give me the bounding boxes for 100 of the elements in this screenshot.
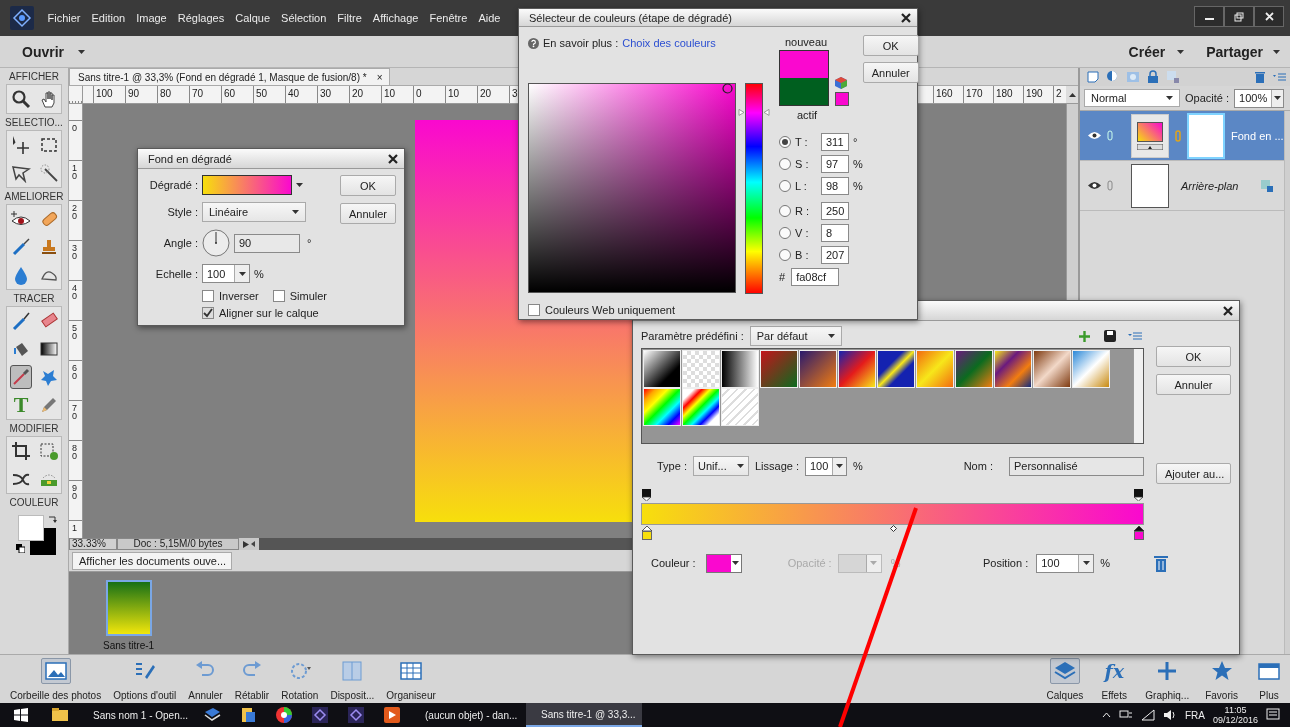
ok-button[interactable]: OK bbox=[1156, 346, 1231, 367]
help-link[interactable]: Choix des couleurs bbox=[622, 37, 716, 49]
hue-slider[interactable] bbox=[737, 83, 771, 295]
menu-item[interactable]: Image bbox=[130, 12, 173, 24]
radio-button[interactable] bbox=[779, 158, 791, 170]
color-field[interactable] bbox=[528, 83, 736, 293]
taskbar-button[interactable]: Sans titre-1 @ 33,3... bbox=[526, 703, 642, 727]
menu-item[interactable]: Calque bbox=[229, 12, 276, 24]
swap-arrows-icon[interactable] bbox=[48, 514, 58, 524]
wifi-icon[interactable] bbox=[1140, 709, 1155, 721]
chevron-up-icon[interactable] bbox=[1101, 712, 1111, 718]
scrollbar[interactable] bbox=[1283, 111, 1290, 655]
bottom-bar-button[interactable]: fx Effets bbox=[1097, 655, 1132, 704]
radio-button[interactable] bbox=[779, 249, 791, 261]
scrollbar[interactable] bbox=[1066, 104, 1078, 300]
documents-dropdown[interactable]: Afficher les documents ouve... bbox=[72, 551, 232, 570]
color-marker-icon[interactable] bbox=[722, 83, 733, 94]
smoothness-field[interactable]: 100 bbox=[805, 456, 847, 476]
eye-icon[interactable] bbox=[1088, 181, 1101, 190]
help-icon[interactable] bbox=[528, 37, 539, 49]
color-stop[interactable] bbox=[1134, 526, 1144, 540]
opacity-stop-icon[interactable] bbox=[642, 489, 651, 501]
adjustment-icon[interactable] bbox=[1106, 70, 1120, 84]
channel-field[interactable]: 311 bbox=[821, 133, 849, 151]
bottom-bar-button[interactable]: Options d'outil bbox=[111, 655, 179, 704]
preset-dropdown[interactable]: Par défaut bbox=[749, 326, 842, 346]
channel-field[interactable]: 8 bbox=[821, 224, 849, 242]
restore-button[interactable] bbox=[1224, 6, 1254, 27]
document-tab[interactable]: Sans titre-1 @ 33,3% (Fond en dégradé 1, Masque de fusion/8) * × bbox=[69, 68, 390, 85]
channel-field[interactable]: 97 bbox=[821, 155, 849, 173]
crop-icon[interactable] bbox=[10, 439, 32, 463]
scale-field[interactable]: 100 bbox=[202, 264, 250, 283]
style-dropdown[interactable]: Linéaire bbox=[202, 202, 306, 222]
network-icon[interactable] bbox=[1118, 709, 1133, 721]
notification-icon[interactable] bbox=[1266, 708, 1280, 722]
checkbox[interactable]: Aligner sur le calque bbox=[202, 307, 319, 319]
magnifier-icon[interactable] bbox=[10, 87, 32, 111]
ok-button[interactable]: OK bbox=[862, 35, 919, 56]
windows-logo-icon[interactable] bbox=[14, 708, 28, 722]
scrollbar[interactable] bbox=[1133, 349, 1143, 443]
type-dropdown[interactable]: Unif... bbox=[692, 456, 749, 476]
layer-row[interactable]: Arrière-plan bbox=[1080, 161, 1284, 211]
position-field[interactable]: 100 bbox=[1036, 553, 1095, 573]
bottom-bar-button[interactable]: Plus bbox=[1252, 655, 1286, 704]
channel-field[interactable]: 207 bbox=[821, 246, 849, 264]
web-safe-swatch[interactable] bbox=[835, 92, 849, 106]
bottom-bar-button[interactable]: Disposit... bbox=[328, 655, 377, 704]
speaker-icon[interactable] bbox=[1162, 709, 1177, 721]
menu-item[interactable]: Filtre bbox=[331, 12, 368, 24]
color-stop[interactable] bbox=[642, 526, 652, 540]
cancel-button[interactable]: Annuler bbox=[862, 62, 919, 83]
new-layer-icon[interactable] bbox=[1086, 70, 1100, 84]
eyedropper-icon[interactable] bbox=[10, 365, 32, 389]
add-preset-button[interactable]: Ajouter au... bbox=[1156, 463, 1231, 484]
close-icon[interactable] bbox=[901, 12, 911, 23]
stop-color-swatch[interactable] bbox=[705, 553, 742, 573]
cancel-button[interactable]: Annuler bbox=[340, 203, 396, 224]
minimize-button[interactable] bbox=[1194, 6, 1224, 27]
lock-transparency-icon[interactable] bbox=[1259, 178, 1274, 193]
clock[interactable]: 11:05 09/12/2016 bbox=[1212, 705, 1258, 725]
radio-button[interactable] bbox=[779, 227, 791, 239]
eye-icon[interactable] bbox=[1088, 131, 1101, 140]
checkbox[interactable]: Couleurs Web uniquement bbox=[528, 304, 771, 316]
trash-icon[interactable] bbox=[1154, 554, 1168, 572]
radio-button[interactable] bbox=[779, 180, 791, 192]
language-indicator[interactable]: FRA bbox=[1184, 709, 1205, 721]
photo-thumbnail[interactable] bbox=[105, 580, 152, 636]
background-color-swatch[interactable] bbox=[30, 528, 56, 555]
bottom-bar-button[interactable]: Organiseur bbox=[384, 655, 438, 704]
menu-item[interactable]: Affichage bbox=[367, 12, 424, 24]
layer-row[interactable]: Fond en ... bbox=[1080, 111, 1284, 161]
bottom-bar-button[interactable]: Rétablir bbox=[232, 655, 272, 704]
channel-field[interactable]: 98 bbox=[821, 177, 849, 195]
cancel-button[interactable]: Annuler bbox=[1156, 374, 1231, 395]
taskbar-button[interactable]: (aucun objet) - dan... bbox=[410, 703, 526, 727]
opacity-stop-icon[interactable] bbox=[1134, 489, 1143, 501]
menu-item[interactable]: Réglages bbox=[172, 12, 230, 24]
name-field[interactable]: Personnalisé bbox=[1009, 456, 1144, 476]
save-icon[interactable] bbox=[1104, 330, 1116, 342]
angle-dial[interactable] bbox=[202, 229, 230, 257]
trash-icon[interactable] bbox=[1253, 70, 1267, 84]
scroll-left-icon[interactable] bbox=[251, 541, 255, 547]
bottom-bar-button[interactable]: Rotation bbox=[279, 655, 321, 704]
ok-button[interactable]: OK bbox=[340, 175, 396, 196]
blend-mode-dropdown[interactable]: Normal bbox=[1084, 89, 1180, 107]
menu-item[interactable]: Fenêtre bbox=[423, 12, 473, 24]
bottom-bar-button[interactable]: Annuler bbox=[186, 655, 225, 704]
scroll-up-icon[interactable] bbox=[1068, 92, 1076, 97]
menu-item[interactable]: Edition bbox=[86, 12, 131, 24]
share-button[interactable]: Partager bbox=[1206, 43, 1280, 60]
channel-field[interactable]: 250 bbox=[821, 202, 849, 220]
create-button[interactable]: Créer bbox=[1128, 43, 1185, 60]
bottom-bar-button[interactable]: Favoris bbox=[1203, 655, 1240, 704]
default-colors-icon[interactable] bbox=[16, 544, 25, 553]
radio-button[interactable] bbox=[779, 205, 791, 217]
plus-icon[interactable] bbox=[1079, 330, 1090, 342]
foreground-color-swatch[interactable] bbox=[18, 515, 44, 541]
layer-name[interactable]: Arrière-plan bbox=[1181, 179, 1239, 192]
slider-thumb[interactable] bbox=[738, 109, 770, 116]
layer-name[interactable]: Fond en ... bbox=[1231, 129, 1284, 142]
